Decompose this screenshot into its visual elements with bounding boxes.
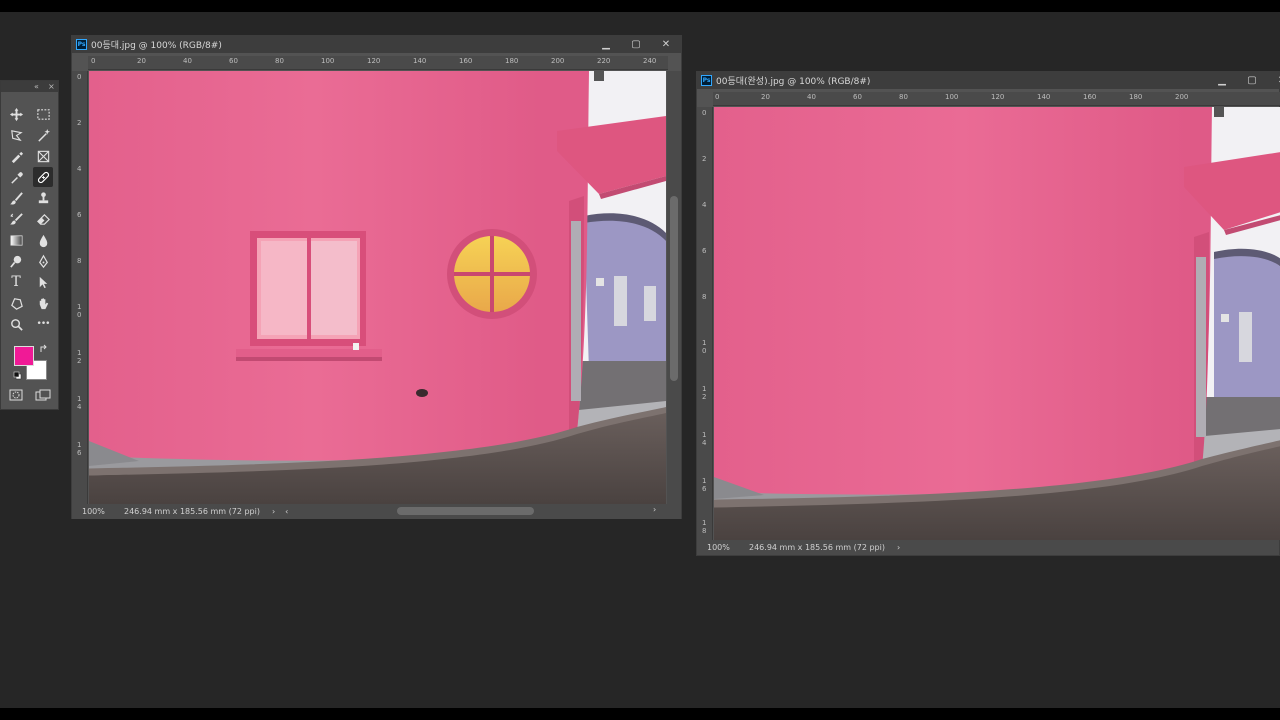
document-title-bar[interactable]: Ps 00등대(완성).jpg @ 100% (RGB/8#) ▁ ▢ ✕ [697, 72, 1280, 89]
document-canvas[interactable] [89, 71, 666, 504]
close-icon[interactable]: ✕ [651, 36, 681, 53]
dodge-tool-icon[interactable] [6, 251, 26, 271]
move-tool-icon[interactable] [6, 104, 26, 124]
default-colors-icon[interactable] [13, 371, 22, 380]
vertical-scroll-thumb[interactable] [670, 196, 678, 381]
vertical-ruler[interactable]: 0 2 4 6 8 1 0 1 2 1 4 1 6 1 8 [697, 107, 713, 540]
lasso-tool-icon[interactable] [6, 125, 26, 145]
top-bar [0, 0, 1280, 12]
maximize-icon[interactable]: ▢ [621, 36, 651, 53]
frame-tool-icon[interactable] [33, 146, 53, 166]
foreground-color-swatch[interactable] [14, 346, 34, 366]
hand-tool-icon[interactable] [33, 293, 53, 313]
status-menu-arrow-icon[interactable]: › [260, 507, 275, 516]
document-title: 00등대.jpg @ 100% (RGB/8#) [91, 41, 222, 51]
zoom-level[interactable]: 100% [72, 507, 112, 516]
brush-select-tool-icon[interactable] [6, 146, 26, 166]
zoom-level[interactable]: 100% [697, 543, 737, 552]
scroll-right-icon[interactable]: › [653, 505, 656, 514]
blur-tool-icon[interactable] [33, 230, 53, 250]
photo-lighthouse-edited [714, 107, 1280, 540]
gradient-tool-icon[interactable] [6, 230, 26, 250]
photoshop-icon: Ps [76, 39, 87, 50]
minimize-icon[interactable]: ▁ [1207, 72, 1237, 89]
horizontal-ruler[interactable]: 0 20 40 60 80 100 120 140 160 180 200 [713, 92, 1280, 106]
status-bar: 100% 246.94 mm x 185.56 mm (72 ppi) › ‹ … [72, 504, 681, 519]
magic-wand-tool-icon[interactable] [33, 125, 53, 145]
document-dimensions[interactable]: 246.94 mm x 185.56 mm (72 ppi) [737, 543, 885, 552]
shape-tool-icon[interactable] [6, 293, 26, 313]
photoshop-icon: Ps [701, 75, 712, 86]
scroll-left-icon[interactable]: ‹ [275, 507, 288, 516]
horizontal-scroll-thumb[interactable] [397, 507, 534, 515]
eraser-tool-icon[interactable] [33, 209, 53, 229]
healing-brush-tool-icon[interactable] [33, 167, 53, 187]
brush-tool-icon[interactable] [6, 188, 26, 208]
zoom-tool-icon[interactable] [6, 314, 26, 334]
photo-lighthouse [89, 71, 666, 504]
tools-panel-header[interactable]: « × [1, 81, 58, 92]
pen-tool-icon[interactable] [33, 251, 53, 271]
eyedropper-tool-icon[interactable] [6, 167, 26, 187]
history-brush-tool-icon[interactable] [6, 209, 26, 229]
rect-marquee-tool-icon[interactable] [33, 104, 53, 124]
screen-mode-icon[interactable] [35, 388, 51, 402]
document-window-1[interactable]: Ps 00등대.jpg @ 100% (RGB/8#) ▁ ▢ ✕ 0 20 4… [71, 35, 682, 519]
maximize-icon[interactable]: ▢ [1237, 72, 1267, 89]
clone-stamp-tool-icon[interactable] [33, 188, 53, 208]
path-select-tool-icon[interactable] [33, 272, 53, 292]
close-icon[interactable]: ✕ [1267, 72, 1280, 89]
close-panel-icon[interactable]: × [48, 81, 55, 92]
horizontal-ruler[interactable]: 0 20 40 60 80 100 120 140 160 180 200 22… [88, 56, 668, 70]
document-dimensions[interactable]: 246.94 mm x 185.56 mm (72 ppi) [112, 507, 260, 516]
document-window-2[interactable]: Ps 00등대(완성).jpg @ 100% (RGB/8#) ▁ ▢ ✕ 0 … [696, 71, 1280, 556]
collapse-panel-icon[interactable]: « [34, 81, 39, 92]
quick-mask-icon[interactable] [8, 388, 24, 402]
document-title: 00등대(완성).jpg @ 100% (RGB/8#) [716, 77, 871, 87]
vertical-ruler[interactable]: 0 2 4 6 8 1 0 1 2 1 4 1 6 [72, 71, 88, 504]
type-tool-icon[interactable]: T [6, 272, 26, 292]
status-bar: 100% 246.94 mm x 185.56 mm (72 ppi) › [697, 540, 1279, 555]
swap-colors-icon[interactable] [39, 344, 49, 354]
document-canvas[interactable] [714, 107, 1280, 540]
vertical-scrollbar[interactable] [667, 71, 681, 504]
status-menu-arrow-icon[interactable]: › [885, 543, 900, 552]
more-tools-icon[interactable]: ••• [33, 314, 53, 334]
bottom-bar [0, 708, 1280, 720]
minimize-icon[interactable]: ▁ [591, 36, 621, 53]
document-title-bar[interactable]: Ps 00등대.jpg @ 100% (RGB/8#) ▁ ▢ ✕ [72, 36, 681, 53]
